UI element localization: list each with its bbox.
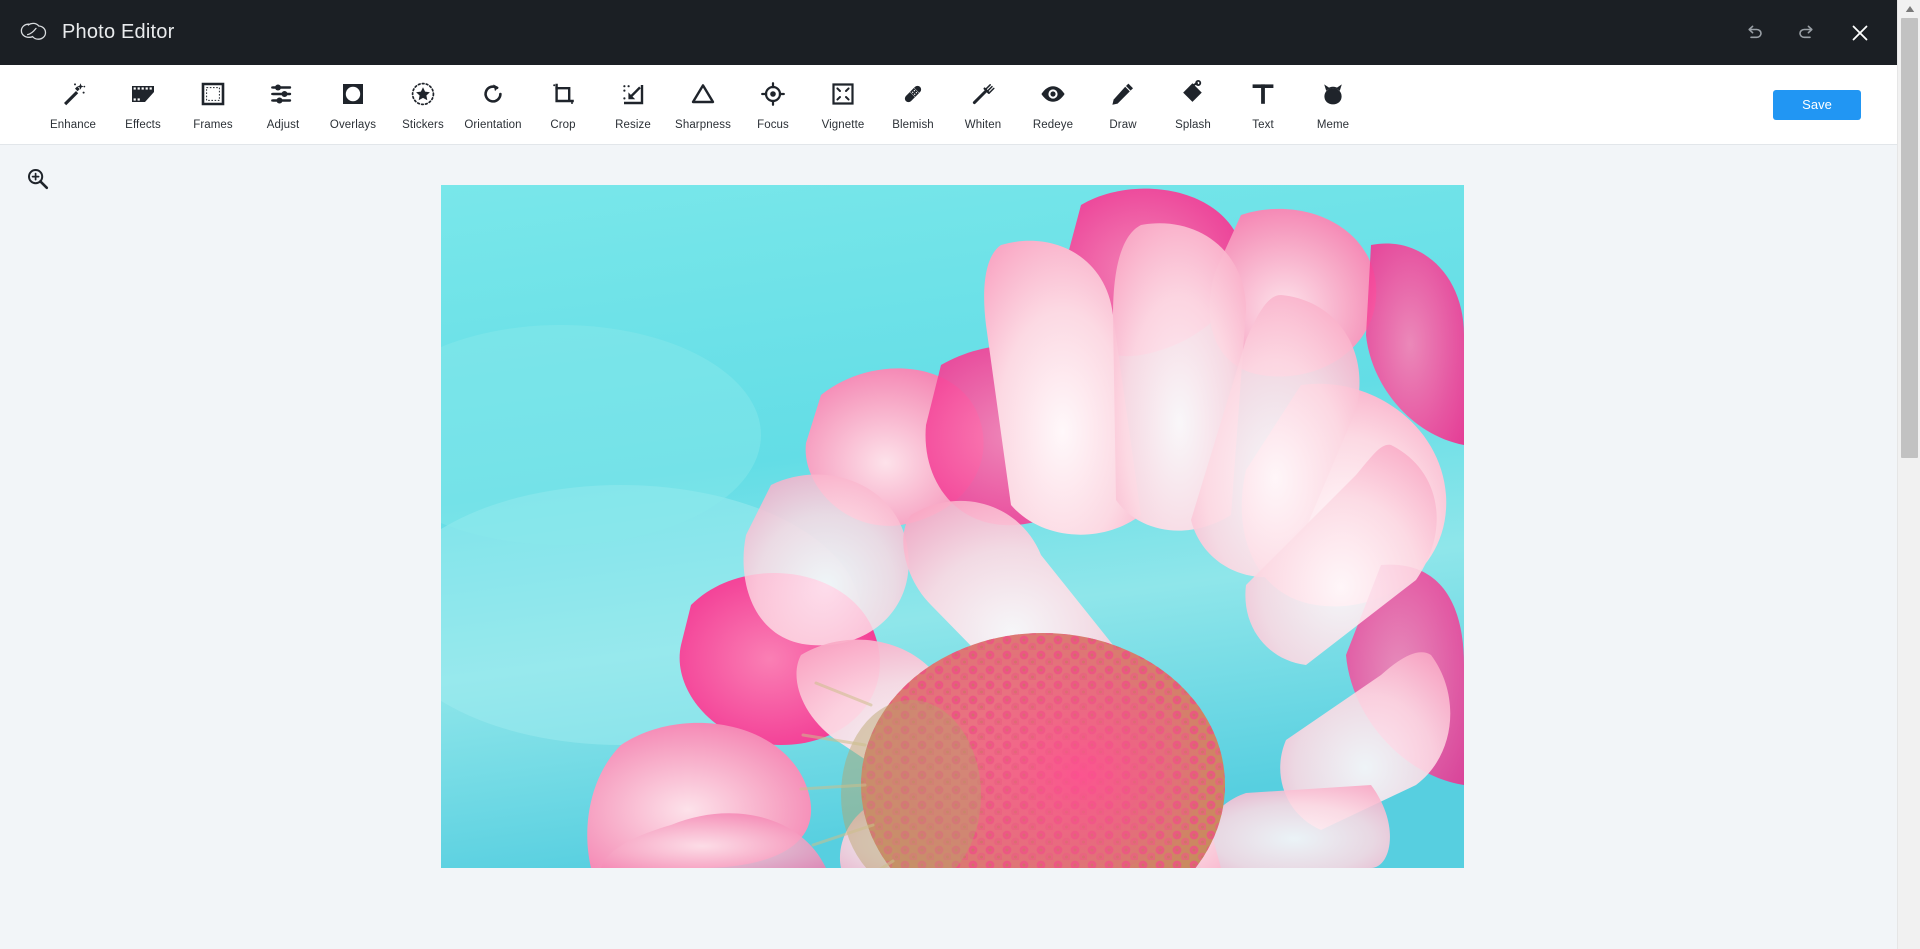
- creative-cloud-logo-icon: [18, 18, 48, 48]
- tool-label: Splash: [1175, 119, 1211, 132]
- square-frame-icon: [198, 77, 228, 111]
- undo-icon: [1743, 22, 1765, 44]
- tool-redeye[interactable]: Redeye: [1018, 77, 1088, 132]
- paint-bucket-icon: [1178, 77, 1208, 111]
- photo-canvas[interactable]: [441, 185, 1464, 868]
- tool-focus[interactable]: Focus: [738, 77, 808, 132]
- canvas-area: [0, 145, 1897, 949]
- tool-list: Enhance Effects Frames Adjust Overlays S…: [38, 77, 1368, 132]
- tool-draw[interactable]: Draw: [1088, 77, 1158, 132]
- tool-label: Crop: [550, 119, 576, 132]
- tool-label: Draw: [1109, 119, 1137, 132]
- bandage-icon: [898, 77, 928, 111]
- tool-sharpness[interactable]: Sharpness: [668, 77, 738, 132]
- text-t-icon: [1248, 77, 1278, 111]
- tool-label: Resize: [615, 119, 651, 132]
- tool-label: Vignette: [821, 119, 865, 132]
- pencil-icon: [1108, 77, 1138, 111]
- app-header: Photo Editor: [0, 0, 1897, 65]
- tool-resize[interactable]: Resize: [598, 77, 668, 132]
- tool-meme[interactable]: Meme: [1298, 77, 1368, 132]
- zoom-in-magnifier-icon: [25, 166, 51, 197]
- crop-icon: [548, 77, 578, 111]
- magic-wand-icon: [58, 77, 88, 111]
- app-title: Photo Editor: [62, 21, 175, 43]
- cat-face-icon: [1318, 77, 1348, 111]
- tool-label: Adjust: [266, 119, 300, 132]
- tool-label: Redeye: [1032, 119, 1074, 132]
- tool-label: Focus: [757, 119, 789, 132]
- star-dotted-circle-icon: [408, 77, 438, 111]
- tool-label: Sharpness: [675, 119, 731, 132]
- zoom-in-button[interactable]: [18, 161, 58, 201]
- circle-in-square-icon: [338, 77, 368, 111]
- undo-button[interactable]: [1739, 18, 1769, 48]
- save-button[interactable]: Save: [1773, 89, 1861, 120]
- photo-editor-app: Photo Editor Enhance Effects Frames Adju…: [0, 0, 1920, 949]
- tools-toolbar: Enhance Effects Frames Adjust Overlays S…: [0, 65, 1897, 145]
- close-icon: [1849, 22, 1871, 44]
- tool-effects[interactable]: Effects: [108, 77, 178, 132]
- tool-crop[interactable]: Crop: [528, 77, 598, 132]
- corners-frame-icon: [828, 77, 858, 111]
- header-actions: [1739, 18, 1875, 48]
- toothbrush-icon: [968, 77, 998, 111]
- pink-daisy-flower-photo: [441, 185, 1464, 868]
- brand: Photo Editor: [18, 18, 174, 48]
- tool-splash[interactable]: Splash: [1158, 77, 1228, 132]
- vertical-scroll-thumb[interactable]: [1901, 18, 1918, 458]
- tool-label: Blemish: [892, 119, 934, 132]
- tool-label: Whiten: [964, 119, 1002, 132]
- resize-arrow-icon: [618, 77, 648, 111]
- sliders-icon: [268, 77, 298, 111]
- target-crosshair-icon: [758, 77, 788, 111]
- scroll-up-arrow-icon: [1905, 0, 1915, 18]
- tool-enhance[interactable]: Enhance: [38, 77, 108, 132]
- tool-stickers[interactable]: Stickers: [388, 77, 458, 132]
- tool-vignette[interactable]: Vignette: [808, 77, 878, 132]
- redo-icon: [1796, 22, 1818, 44]
- tool-whiten[interactable]: Whiten: [948, 77, 1018, 132]
- tool-text[interactable]: Text: [1228, 77, 1298, 132]
- main-column: Photo Editor Enhance Effects Frames Adju…: [0, 0, 1897, 949]
- tool-blemish[interactable]: Blemish: [878, 77, 948, 132]
- rotate-cw-icon: [478, 77, 508, 111]
- redo-button[interactable]: [1792, 18, 1822, 48]
- tool-adjust[interactable]: Adjust: [248, 77, 318, 132]
- vertical-scrollbar[interactable]: [1897, 0, 1920, 949]
- tool-label: Meme: [1316, 119, 1350, 132]
- tool-frames[interactable]: Frames: [178, 77, 248, 132]
- triangle-icon: [688, 77, 718, 111]
- tool-label: Effects: [125, 119, 161, 132]
- tool-label: Enhance: [49, 119, 97, 132]
- tool-label: Overlays: [329, 119, 377, 132]
- tool-label: Frames: [193, 119, 233, 132]
- scroll-up-button[interactable]: [1898, 0, 1920, 18]
- tool-label: Text: [1252, 119, 1274, 132]
- tool-overlays[interactable]: Overlays: [318, 77, 388, 132]
- tool-orientation[interactable]: Orientation: [458, 77, 528, 132]
- tool-label: Orientation: [464, 119, 522, 132]
- tool-label: Stickers: [402, 119, 444, 132]
- eye-icon: [1038, 77, 1068, 111]
- film-strip-icon: [128, 77, 158, 111]
- close-button[interactable]: [1845, 18, 1875, 48]
